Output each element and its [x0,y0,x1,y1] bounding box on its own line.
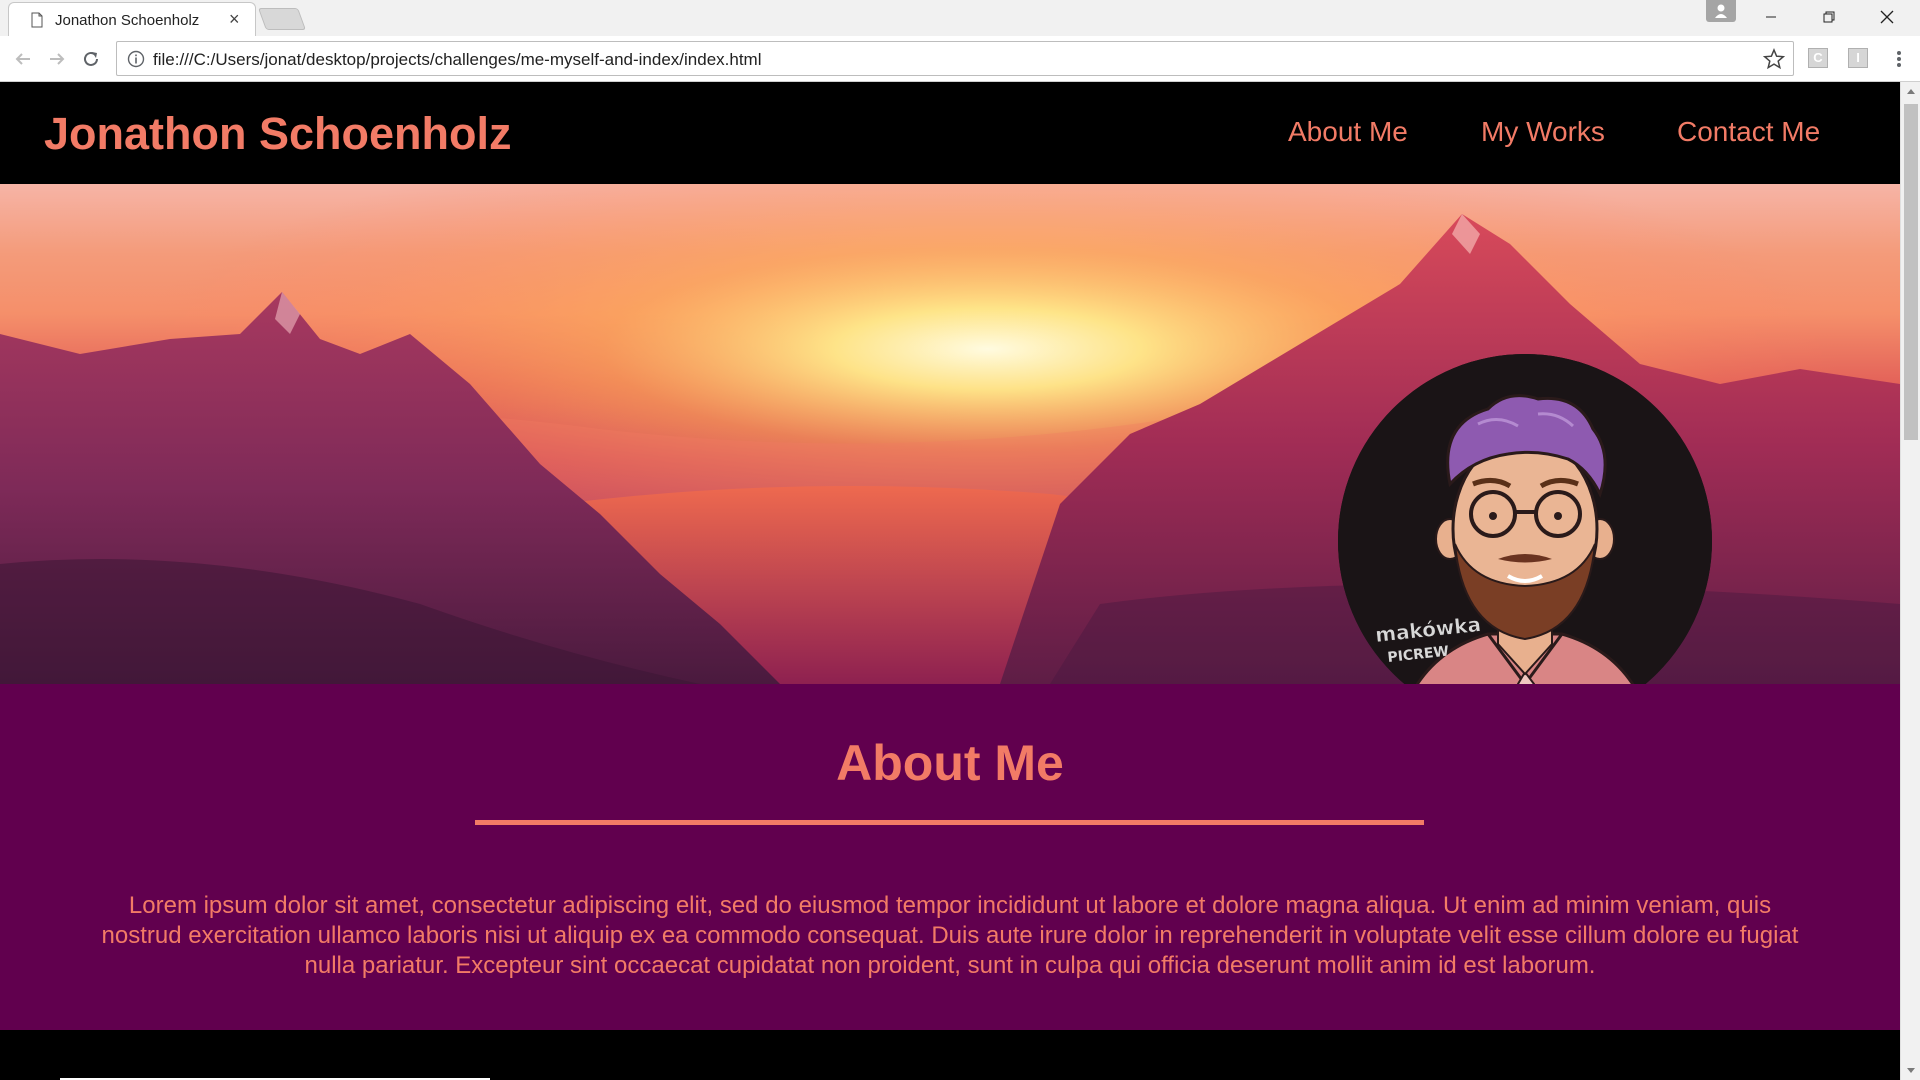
menu-icon[interactable] [1888,48,1910,70]
next-section-header [0,1030,1900,1080]
hero-banner: makówka PICREW [0,184,1900,684]
nav-about-me[interactable]: About Me [1288,116,1408,148]
scrollbar-thumb[interactable] [1904,104,1918,440]
site-header: Jonathon Schoenholz About Me My Works Co… [0,82,1900,184]
about-section: About Me Lorem ipsum dolor sit amet, con… [0,684,1900,1030]
extension-c-icon[interactable]: C [1808,48,1828,68]
page-viewport: Jonathon Schoenholz About Me My Works Co… [0,82,1900,1080]
url-text[interactable]: file:///C:/Users/jonat/desktop/projects/… [153,50,762,70]
profile-icon[interactable] [1706,0,1736,22]
close-icon[interactable]: × [229,9,240,29]
browser-tab[interactable]: Jonathon Schoenholz × [8,2,256,36]
scroll-up-icon[interactable] [1901,82,1920,100]
document-icon [31,12,43,28]
tab-strip: Jonathon Schoenholz × [0,0,1920,36]
nav-my-works[interactable]: My Works [1481,116,1605,148]
browser-toolbar: file:///C:/Users/jonat/desktop/projects/… [0,36,1920,82]
tab-title: Jonathon Schoenholz [55,12,200,29]
maximize-icon[interactable] [1800,0,1858,34]
star-icon[interactable] [1763,48,1785,70]
about-divider [475,820,1424,825]
window-close-icon[interactable] [1858,0,1916,34]
page-scrollbar[interactable] [1900,82,1920,1080]
address-bar[interactable]: file:///C:/Users/jonat/desktop/projects/… [116,41,1794,76]
new-tab-button[interactable] [257,8,307,30]
about-title: About Me [836,735,1064,791]
back-icon[interactable] [12,48,34,70]
nav-contact-me[interactable]: Contact Me [1677,116,1820,148]
forward-icon[interactable] [46,48,68,70]
scroll-down-icon[interactable] [1901,1062,1920,1080]
info-icon[interactable] [127,50,145,68]
reload-icon[interactable] [80,48,102,70]
site-brand[interactable]: Jonathon Schoenholz [44,108,512,160]
extension-i-icon[interactable]: I [1848,48,1868,68]
minimize-icon[interactable] [1742,0,1800,34]
about-body: Lorem ipsum dolor sit amet, consectetur … [101,892,1799,979]
